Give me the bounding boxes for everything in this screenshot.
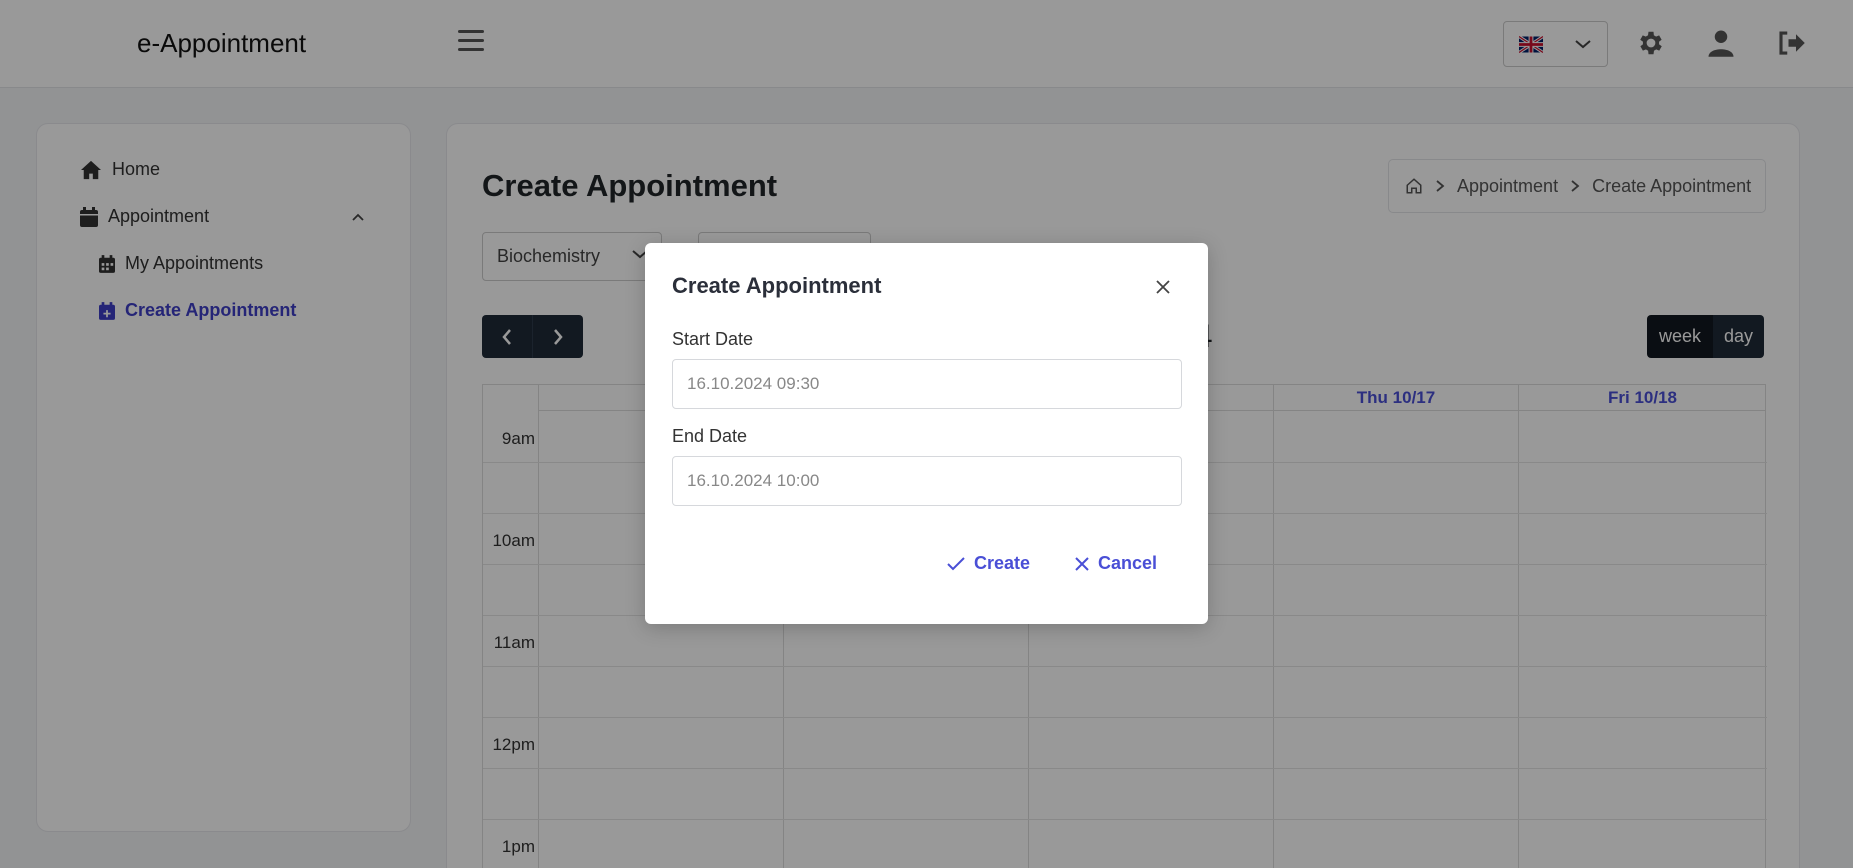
- start-date-label: Start Date: [672, 329, 754, 349]
- create-appointment-modal: Create Appointment Start Date End Date C…: [645, 243, 1208, 624]
- check-icon: [947, 556, 965, 570]
- end-date-label: End Date: [672, 426, 748, 446]
- create-button-label: Create: [974, 553, 1031, 573]
- cancel-button-label: Cancel: [1098, 553, 1158, 573]
- close-icon[interactable]: [1153, 277, 1173, 297]
- close-icon: [1075, 556, 1089, 571]
- modal-title: Create Appointment: [672, 273, 882, 298]
- cancel-button[interactable]: Cancel: [1074, 553, 1157, 574]
- create-button[interactable]: Create: [946, 553, 1030, 574]
- end-date-input[interactable]: [672, 456, 1182, 506]
- start-date-input[interactable]: [672, 359, 1182, 409]
